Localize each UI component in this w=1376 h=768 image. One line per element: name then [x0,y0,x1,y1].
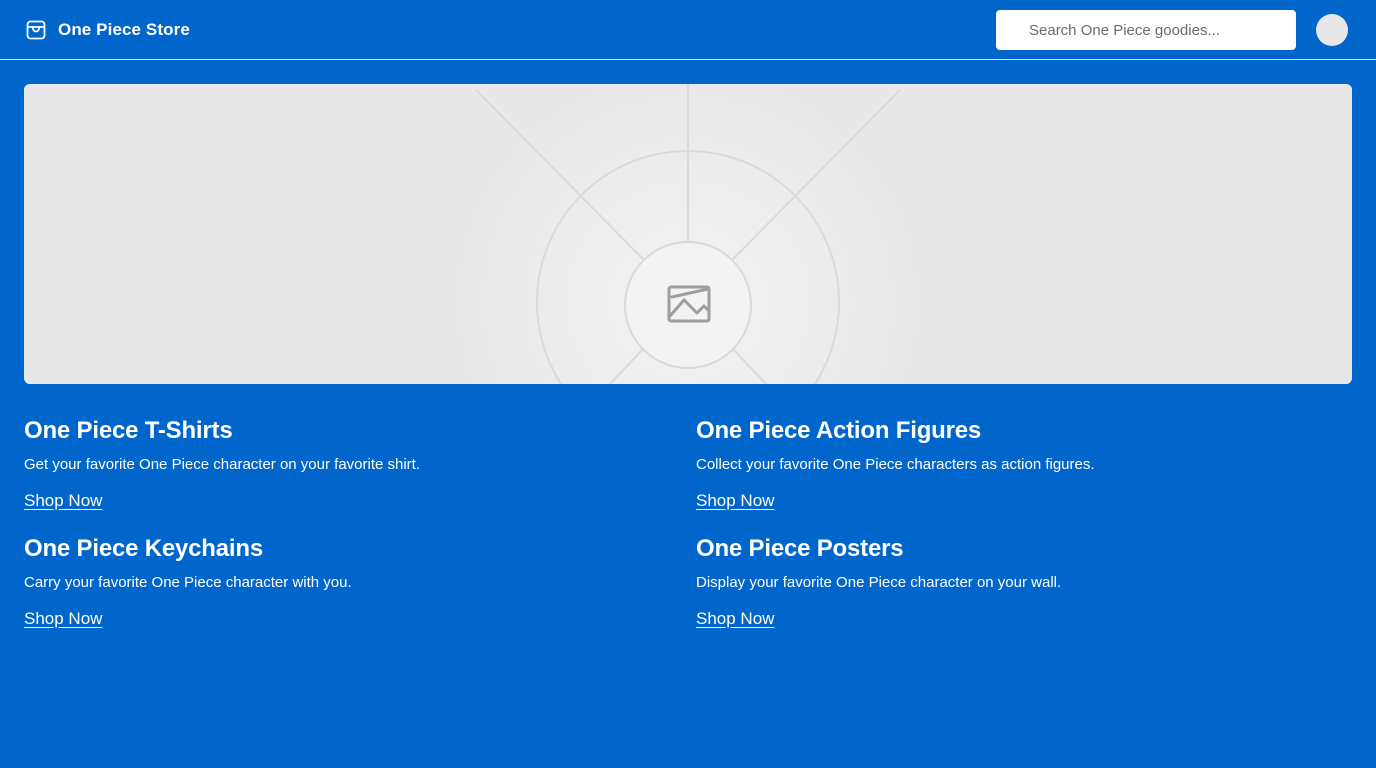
store-title: One Piece Store [58,19,190,39]
product-card-posters: One Piece Posters Display your favorite … [696,518,1352,636]
top-bar: One Piece Store [0,0,1376,60]
brand[interactable]: One Piece Store [24,18,190,42]
shop-now-link-keychains[interactable]: Shop Now [24,609,102,629]
image-placeholder-icon [24,84,1352,384]
product-title: One Piece Keychains [24,535,263,562]
avatar[interactable] [1316,14,1348,46]
product-grid: One Piece T-Shirts Get your favorite One… [24,400,1352,636]
product-description: Collect your favorite One Piece characte… [696,456,1095,473]
shop-now-link-action-figures[interactable]: Shop Now [696,491,774,511]
shop-now-link-posters[interactable]: Shop Now [696,609,774,629]
product-description: Get your favorite One Piece character on… [24,456,421,473]
search-box[interactable] [996,10,1296,50]
search-input[interactable] [996,10,1296,50]
product-description: Display your favorite One Piece characte… [696,574,1062,591]
product-title: One Piece Posters [696,535,904,562]
shop-now-link-tshirts[interactable]: Shop Now [24,491,102,511]
product-card-action-figures: One Piece Action Figures Collect your fa… [696,400,1352,518]
hero-banner [24,84,1352,384]
product-card-tshirts: One Piece T-Shirts Get your favorite One… [24,400,696,518]
product-title: One Piece Action Figures [696,417,982,444]
product-title: One Piece T-Shirts [24,417,233,444]
store-bag-icon [26,20,46,39]
product-description: Carry your favorite One Piece character … [24,574,352,591]
product-card-keychains: One Piece Keychains Carry your favorite … [24,518,696,636]
